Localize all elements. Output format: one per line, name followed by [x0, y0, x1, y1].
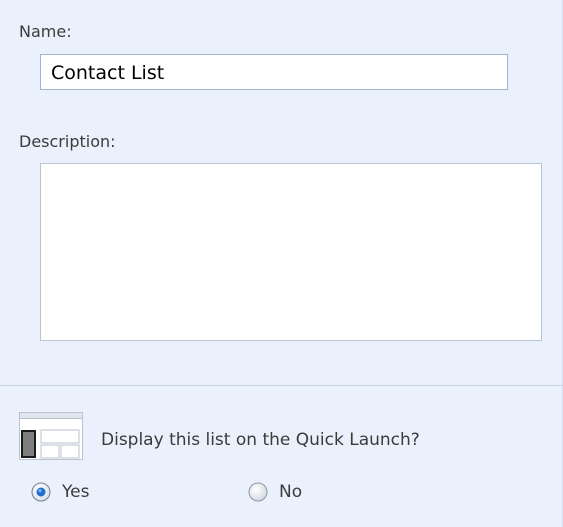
radio-option-no[interactable]: No [248, 480, 302, 504]
description-label: Description: [19, 132, 116, 151]
radio-selected-icon[interactable] [31, 482, 51, 502]
quick-launch-question: Display this list on the Quick Launch? [101, 430, 420, 450]
radio-label-no: No [279, 482, 303, 502]
section-divider [0, 385, 563, 386]
name-label: Name: [19, 22, 72, 41]
name-input[interactable] [40, 54, 508, 90]
radio-label-yes: Yes [62, 482, 90, 502]
quick-launch-layout-icon [19, 412, 83, 460]
list-settings-panel: Name: Description: Display this list on … [0, 0, 563, 527]
radio-unselected-icon[interactable] [248, 482, 268, 502]
description-textarea[interactable] [40, 163, 542, 341]
radio-option-yes[interactable]: Yes [31, 480, 89, 504]
